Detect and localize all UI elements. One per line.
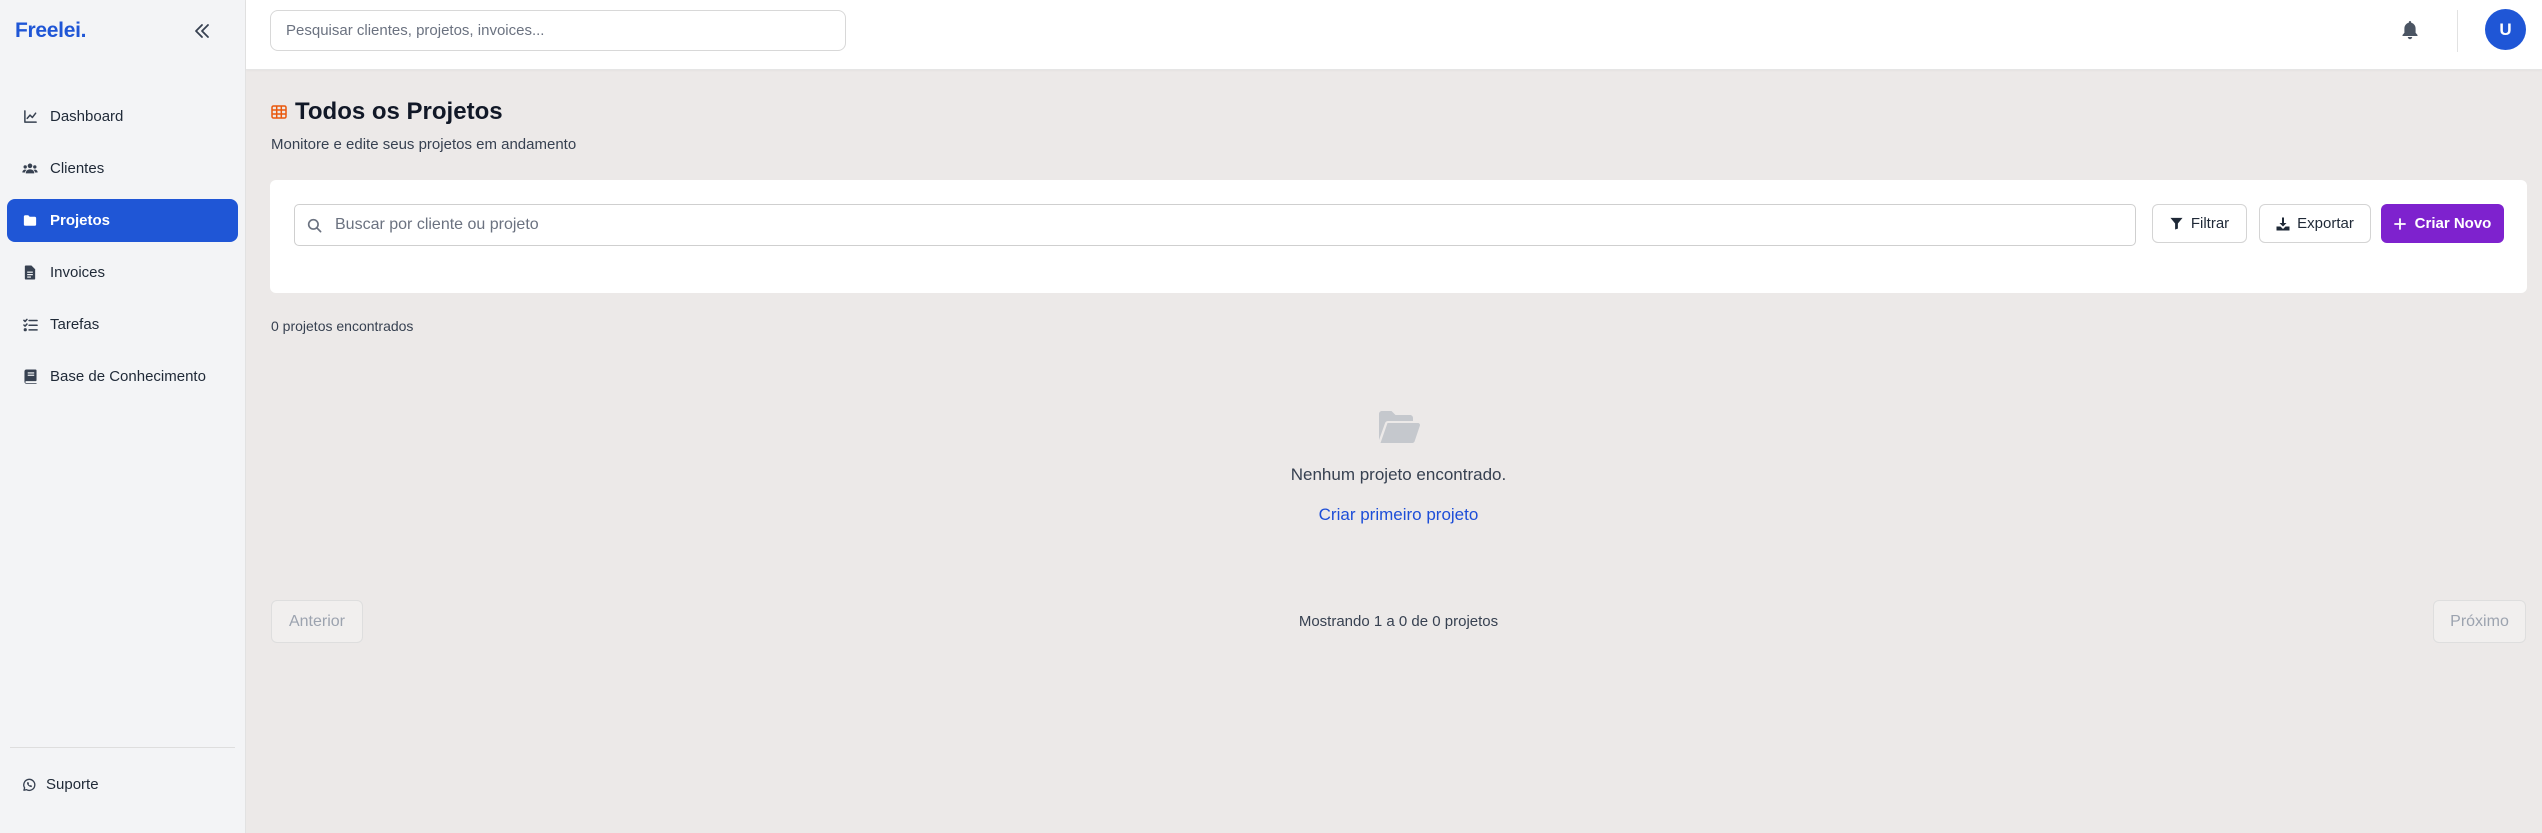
filter-button[interactable]: Filtrar (2152, 204, 2247, 243)
folder-open-icon (1377, 410, 1421, 449)
sidebar-item-label: Invoices (50, 264, 106, 281)
topbar: U (246, 0, 2542, 70)
create-first-project-link[interactable]: Criar primeiro projeto (1319, 505, 1479, 524)
sidebar-item-label: Projetos (50, 212, 111, 229)
global-search-input[interactable] (270, 10, 846, 51)
sidebar-item-label: Clientes (50, 160, 105, 177)
sidebar-item-clientes[interactable]: Clientes (7, 147, 238, 190)
list-check-icon (22, 317, 38, 333)
empty-state-message: Nenhum projeto encontrado. (1290, 465, 1507, 484)
table-icon (271, 104, 288, 121)
sidebar-item-suporte[interactable]: Suporte (22, 776, 99, 793)
results-count: 0 projetos encontrados (271, 318, 414, 334)
project-search-input[interactable] (335, 216, 2135, 234)
download-icon (2276, 217, 2290, 231)
document-icon (22, 265, 38, 281)
collapse-sidebar-icon[interactable] (189, 18, 215, 44)
sidebar: Freelei. Dashboard Clientes Projetos Inv… (0, 0, 246, 833)
brand-logo[interactable]: Freelei. (15, 19, 86, 43)
folder-icon (22, 213, 38, 229)
toolbar-card: Filtrar Exportar Criar Novo (270, 180, 2527, 293)
bell-icon[interactable] (2398, 18, 2422, 42)
sidebar-extra-item-cut (22, 826, 112, 833)
sidebar-item-invoices[interactable]: Invoices (7, 251, 238, 294)
search-icon (307, 217, 323, 233)
sidebar-nav: Dashboard Clientes Projetos Invoices Tar… (7, 95, 238, 407)
sidebar-item-label: Suporte (46, 776, 99, 793)
sidebar-item-dashboard[interactable]: Dashboard (7, 95, 238, 138)
sidebar-item-base-de-conhecimento[interactable]: Base de Conhecimento (7, 355, 238, 398)
export-button-label: Exportar (2297, 215, 2354, 232)
book-icon (22, 369, 38, 385)
avatar[interactable]: U (2485, 9, 2526, 50)
sidebar-item-tarefas[interactable]: Tarefas (7, 303, 238, 346)
export-button[interactable]: Exportar (2259, 204, 2371, 243)
plus-icon (2393, 217, 2408, 231)
filter-button-label: Filtrar (2190, 215, 2230, 232)
project-search-field[interactable] (294, 204, 2136, 246)
whatsapp-icon (22, 778, 36, 792)
page-header: Todos os Projetos (271, 98, 503, 126)
chart-line-icon (22, 109, 38, 125)
sidebar-item-label: Base de Conhecimento (50, 368, 206, 385)
create-new-button[interactable]: Criar Novo (2381, 204, 2504, 243)
main-content: Todos os Projetos Monitore e edite seus … (246, 70, 2542, 833)
users-icon (22, 161, 38, 177)
brand-row: Freelei. (0, 0, 245, 62)
page-title: Todos os Projetos (295, 98, 503, 125)
pagination-info: Mostrando 1 a 0 de 0 projetos (1298, 613, 1499, 630)
pagination-next-button[interactable]: Próximo (2433, 600, 2526, 643)
sidebar-item-label: Dashboard (50, 108, 124, 125)
create-new-button-label: Criar Novo (2414, 215, 2492, 232)
sidebar-divider (10, 747, 235, 748)
topbar-divider (2457, 10, 2458, 52)
sidebar-item-label: Tarefas (50, 316, 100, 333)
filter-icon (2170, 217, 2184, 231)
empty-state: Nenhum projeto encontrado. Criar primeir… (246, 410, 2542, 525)
page-subtitle: Monitore e edite seus projetos em andame… (271, 136, 577, 153)
sidebar-item-projetos[interactable]: Projetos (7, 199, 238, 242)
